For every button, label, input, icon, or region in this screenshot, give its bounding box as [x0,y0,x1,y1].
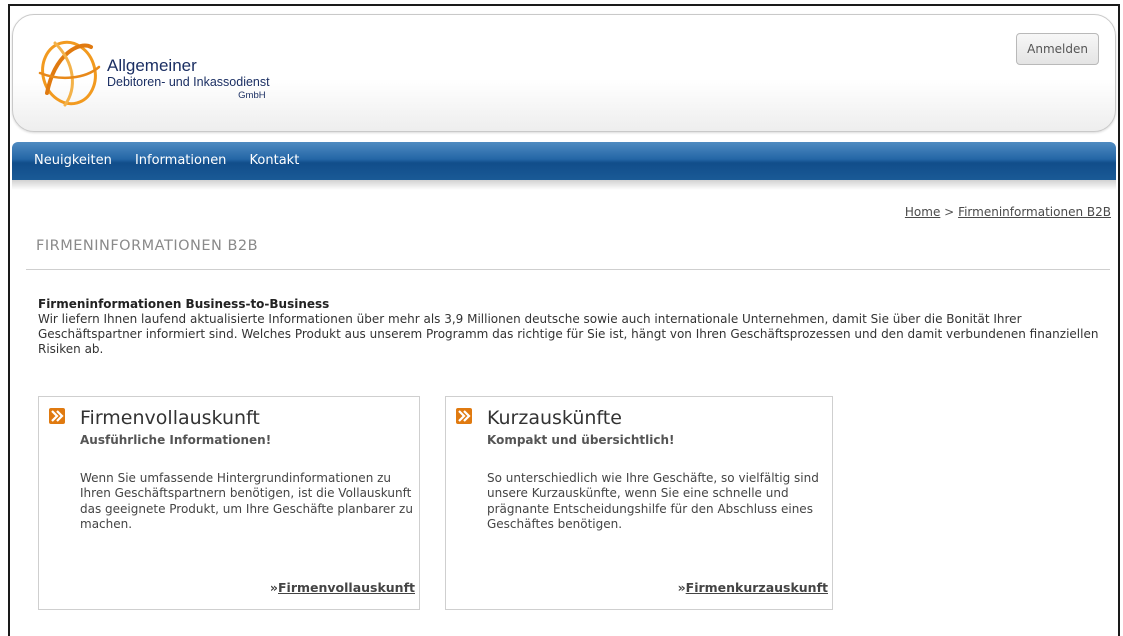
product-card-vollauskunft: Firmenvollauskunft Ausführliche Informat… [38,396,420,610]
intro-heading: Firmeninformationen Business-to-Business [38,297,330,311]
link-label[interactable]: Firmenvollauskunft [278,580,415,595]
double-chevron-right-icon [456,408,472,424]
breadcrumb-separator: > [944,205,955,219]
link-label[interactable]: Firmenkurzauskunft [686,580,828,595]
firmenkurzauskunft-link[interactable]: »Firmenkurzauskunft [678,580,828,595]
orbit-logo-icon [38,40,101,107]
login-button[interactable]: Anmelden [1016,33,1099,65]
double-chevron-right-icon [49,408,65,424]
link-prefix: » [677,580,686,595]
product-card-kurzauskuenfte: Kurzauskünfte Kompakt und übersichtlich!… [445,396,833,610]
logo-text: Allgemeiner Debitoren- und Inkassodienst… [107,57,270,102]
main-nav: Neuigkeiten Informationen Kontakt [12,142,1116,180]
title-divider [26,269,1110,270]
card-subtitle: Kompakt und übersichtlich! [487,433,675,447]
site-header: Allgemeiner Debitoren- und Inkassodienst… [12,14,1116,132]
card-subtitle: Ausführliche Informationen! [80,433,272,447]
company-logo[interactable]: Allgemeiner Debitoren- und Inkassodienst… [35,33,335,111]
card-description: Wenn Sie umfassende Hintergrundinformati… [80,471,413,532]
page-title: FIRMENINFORMATIONEN B2B [36,238,259,254]
breadcrumb: Home > Firmeninformationen B2B [905,205,1111,219]
card-title: Firmenvollauskunft [80,407,260,429]
link-prefix: » [269,580,278,595]
logo-line-2: Debitoren- und Inkassodienst [107,75,270,89]
nav-shadow [12,180,1116,190]
nav-item-informationen[interactable]: Informationen [135,142,227,180]
card-title: Kurzauskünfte [487,407,622,429]
logo-line-3: GmbH [238,90,266,101]
nav-item-kontakt[interactable]: Kontakt [250,142,300,180]
logo-line-1: Allgemeiner [107,56,197,75]
nav-item-neuigkeiten[interactable]: Neuigkeiten [34,142,112,180]
firmenvollauskunft-link[interactable]: »Firmenvollauskunft [270,580,415,595]
breadcrumb-home-link[interactable]: Home [905,205,940,219]
card-description: So unterschiedlich wie Ihre Geschäfte, s… [487,471,819,532]
breadcrumb-current-link[interactable]: Firmeninformationen B2B [958,205,1111,219]
intro-text: Wir liefern Ihnen laufend aktualisierte … [38,312,1099,356]
intro-section: Firmeninformationen Business-to-Business… [38,297,1103,357]
